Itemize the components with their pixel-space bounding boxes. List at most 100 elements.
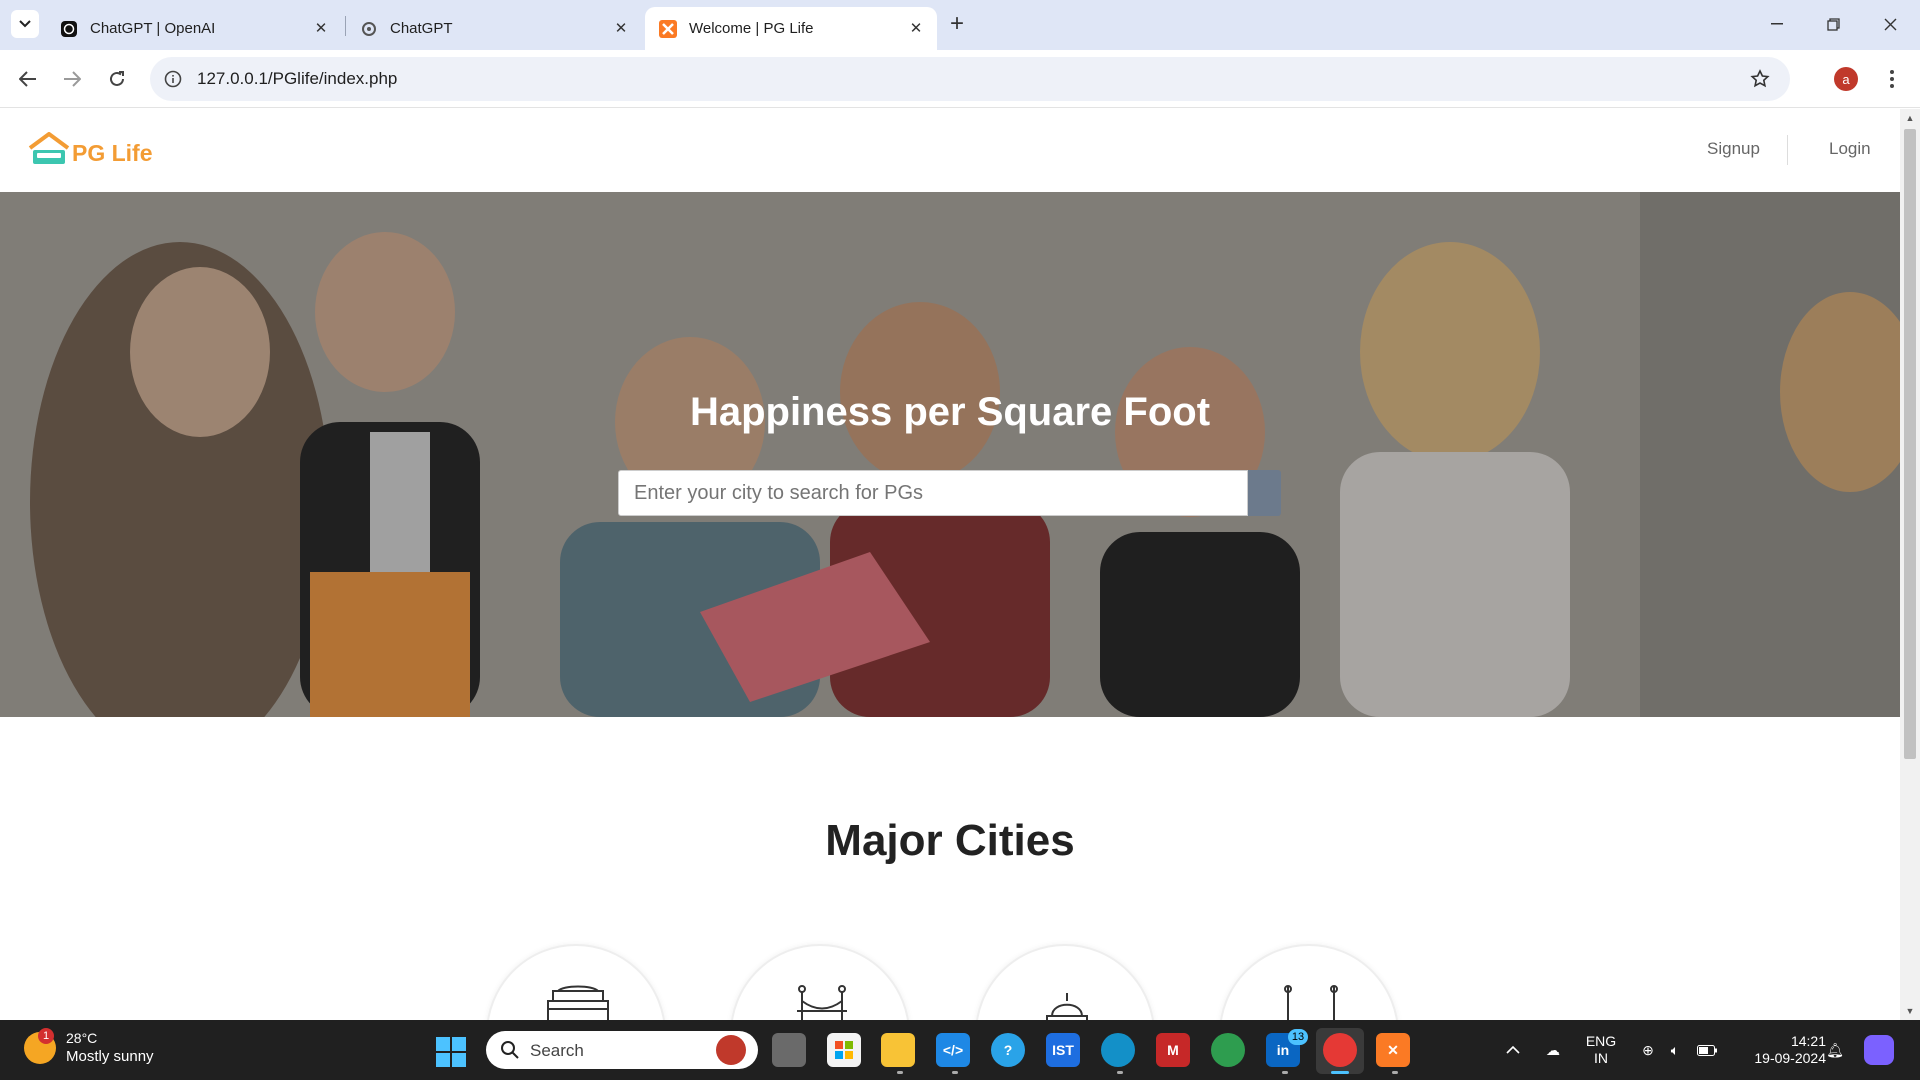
running-indicator [1282,1071,1288,1074]
bookmark-star-icon[interactable] [1748,67,1772,91]
xampp-icon[interactable]: ✕ [1376,1033,1410,1067]
volume-icon[interactable]: 🔈︎ [1665,1040,1685,1060]
city-card-delhi[interactable] [486,944,666,1020]
bridge-icon [797,985,847,1020]
monument-dome-icon [1046,993,1088,1020]
tab-title: ChatGPT [390,20,453,37]
city-card-mumbai[interactable] [730,944,910,1020]
xampp-icon [659,19,677,38]
city-search-form [618,470,1281,516]
taskbar-search-label: Search [530,1041,584,1060]
city-card-bengaluru[interactable] [975,944,1155,1020]
file-explorer-icon[interactable] [881,1033,915,1067]
tab-chatgpt-openai[interactable]: ChatGPT | OpenAI ✕ [46,7,342,50]
language-indicator[interactable]: ENG IN [1583,1033,1619,1067]
address-bar[interactable]: 127.0.0.1/PGlife/index.php [150,57,1790,101]
charminar-icon [1284,985,1338,1020]
chrome-profile-icon[interactable] [1323,1033,1357,1067]
ist-app-icon[interactable]: IST [1046,1033,1080,1067]
search-button[interactable] [1248,470,1281,516]
city-card-hyderabad[interactable] [1219,944,1399,1020]
network-icon[interactable]: ⊕ [1638,1040,1658,1060]
tab-search-button[interactable] [11,10,39,38]
taskbar-search[interactable]: Search [486,1031,758,1069]
signup-link[interactable]: Signup [1707,139,1760,159]
reload-icon [110,71,124,86]
close-icon[interactable]: ✕ [312,19,330,37]
sun-cloud-icon: 1 [24,1028,56,1064]
openai-icon [360,20,378,38]
scroll-down-icon[interactable]: ▼ [1905,1006,1915,1016]
arrow-left-icon [19,71,36,87]
site-info-icon[interactable] [162,68,184,90]
nav-divider [1787,135,1788,165]
weather-badge: 1 [38,1028,54,1044]
language-code: ENG [1585,1033,1617,1049]
chevron-up-icon[interactable] [1503,1040,1523,1060]
tab-pg-life[interactable]: Welcome | PG Life ✕ [645,7,937,50]
search-highlight-icon [716,1035,746,1065]
scrollbar-thumb[interactable] [1904,129,1916,759]
region-code: IN [1594,1050,1608,1066]
weather-temperature: 28°C [66,1030,98,1046]
weather-widget[interactable]: 1 28°C Mostly sunny [24,1028,154,1066]
tab-title: Welcome | PG Life [689,20,814,37]
chrome-icon[interactable] [1211,1033,1245,1067]
active-indicator [1331,1071,1349,1074]
tab-chatgpt[interactable]: ChatGPT ✕ [346,7,642,50]
clock[interactable]: 14:21 19-09-2024 [1734,1033,1826,1067]
copilot-icon[interactable] [1864,1035,1894,1065]
openai-icon [60,20,78,38]
linkedin-badge: 13 [1288,1029,1308,1045]
running-indicator [1117,1071,1123,1074]
close-window-icon[interactable] [1875,12,1905,36]
profile-avatar[interactable]: a [1834,67,1858,91]
major-cities-heading: Major Cities [825,816,1075,865]
site-header: PG Life Signup Login [0,109,1900,192]
notification-bell-icon[interactable]: 🔔︎ [1825,1040,1845,1060]
chevron-down-icon [19,20,31,28]
logo-text: PG Life [72,140,153,166]
windows-start-icon[interactable] [436,1037,466,1067]
search-icon [501,1041,519,1059]
page-scrollbar[interactable]: ▲ ▼ [1900,109,1920,1020]
windows-taskbar: 1 28°C Mostly sunny Search </> ? IST M i… [0,1020,1920,1080]
close-icon[interactable]: ✕ [612,19,630,37]
edge-icon[interactable] [1101,1033,1135,1067]
weather-condition: Mostly sunny [66,1048,154,1065]
battery-icon[interactable] [1697,1040,1717,1060]
hero-banner: Happiness per Square Foot [0,192,1900,717]
more-menu-icon[interactable] [1880,65,1904,93]
site-logo[interactable]: PG Life [28,132,153,166]
task-view-icon[interactable] [772,1033,806,1067]
mcafee-icon[interactable]: M [1156,1033,1190,1067]
web-page: PG Life Signup Login Happiness per Squar… [0,109,1900,1020]
forward-button[interactable] [57,64,87,94]
city-search-input[interactable] [618,470,1248,516]
arrow-right-icon [64,71,81,87]
onedrive-off-icon[interactable]: ☁ [1543,1040,1563,1060]
new-tab-icon[interactable]: + [950,12,964,36]
clock-time: 14:21 [1790,1033,1826,1049]
reload-button[interactable] [102,64,132,94]
browser-toolbar: 127.0.0.1/PGlife/index.php a [0,50,1920,108]
restore-icon[interactable] [1818,12,1848,36]
hero-overlay [0,192,1900,717]
tab-strip: ChatGPT | OpenAI ✕ ChatGPT ✕ Welcome | P… [0,0,1920,50]
house-logo-icon [28,132,70,164]
close-icon[interactable]: ✕ [907,19,925,37]
back-button[interactable] [13,64,43,94]
running-indicator [897,1071,903,1074]
running-indicator [1392,1071,1398,1074]
login-link[interactable]: Login [1829,139,1871,159]
minimize-icon[interactable] [1762,12,1792,36]
india-gate-icon [547,985,609,1020]
browser-window: ChatGPT | OpenAI ✕ ChatGPT ✕ Welcome | P… [0,0,1920,1080]
vscode-icon[interactable]: </> [936,1033,970,1067]
clock-date: 19-09-2024 [1754,1050,1826,1066]
help-icon[interactable]: ? [991,1033,1025,1067]
microsoft-store-icon[interactable] [827,1033,861,1067]
url-text[interactable]: 127.0.0.1/PGlife/index.php [197,69,397,89]
scroll-up-icon[interactable]: ▲ [1905,113,1915,123]
hero-title: Happiness per Square Foot [689,390,1211,434]
